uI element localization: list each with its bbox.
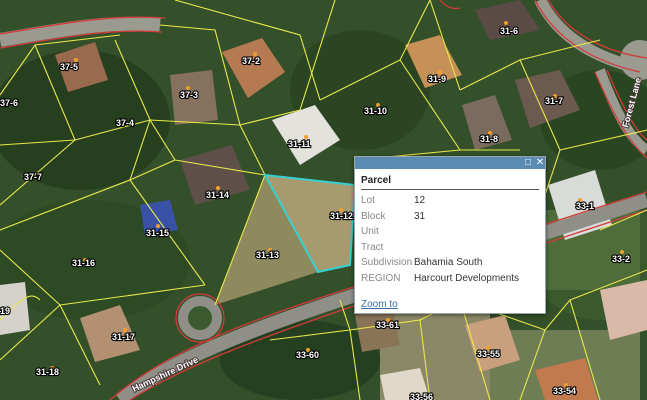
parcel-label-31-18: 31-18 xyxy=(36,367,59,377)
popup-title: Parcel xyxy=(361,175,539,190)
attribute-key: Block xyxy=(361,210,386,222)
parcel-label-37-7: 37-7 xyxy=(24,172,42,182)
parcel-label-31-16: 31-16 xyxy=(72,258,95,268)
attribute-value: Harcourt Developments xyxy=(414,272,520,284)
attribute-value xyxy=(414,242,519,258)
parcel-label-31-13: 31-13 xyxy=(256,250,279,260)
zoom-to-link[interactable]: Zoom to xyxy=(361,299,398,310)
parcel-label-33-55: 33-55 xyxy=(477,349,500,359)
parcel-label-37-3: 37-3 xyxy=(180,90,198,100)
attribute-key: Subdivision xyxy=(361,257,413,268)
attribute-row: Tract xyxy=(361,242,519,258)
satellite-map[interactable]: 37-5 37-2 37-3 37-4 37-6 37-7 31-11 31-1… xyxy=(0,0,647,400)
parcel-label-33-60: 33-60 xyxy=(296,350,319,360)
attribute-key: Lot xyxy=(361,195,375,206)
parcel-label-31-11: 31-11 xyxy=(288,139,311,149)
parcel-label-31-6: 31-6 xyxy=(500,26,518,36)
attribute-row: Unit xyxy=(361,226,519,242)
parcel-label-31-14: 31-14 xyxy=(206,190,229,200)
parcel-label-33-54: 33-54 xyxy=(553,386,576,396)
parcel-label-37-6: 37-6 xyxy=(0,98,18,108)
attribute-key: Tract xyxy=(361,241,384,253)
parcel-label-31-17: 31-17 xyxy=(112,332,135,342)
popup-header: □ ✕ xyxy=(355,157,545,169)
close-icon[interactable]: ✕ xyxy=(534,157,546,169)
attribute-value: 31 xyxy=(414,210,426,222)
attribute-row: Block 31 xyxy=(361,211,519,227)
parcel-label-31-12: 31-12 xyxy=(330,211,353,221)
parcel-label-33-61: 33-61 xyxy=(376,320,399,330)
parcel-label-33-56: 33-56 xyxy=(410,392,433,400)
attribute-row: Subdivision Bahamia South xyxy=(361,257,519,273)
parcel-label-31-9: 31-9 xyxy=(428,74,446,84)
parcel-label-33-1: 33-1 xyxy=(576,201,594,211)
parcel-label-33-2: 33-2 xyxy=(612,254,630,264)
parcel-label-31-10: 31-10 xyxy=(364,106,387,116)
parcel-label-19: 19 xyxy=(0,306,10,316)
maximize-icon[interactable]: □ xyxy=(522,157,534,169)
attribute-key: REGION xyxy=(361,272,401,284)
parcel-label-37-4: 37-4 xyxy=(116,118,134,128)
attribute-row: Lot 12 xyxy=(361,195,519,211)
parcel-label-37-5: 37-5 xyxy=(60,62,78,72)
attribute-value: 12 xyxy=(414,195,426,206)
parcel-label-31-7: 31-7 xyxy=(545,96,563,106)
parcel-popup[interactable]: □ ✕ Parcel Lot 12 Block 31 Unit Tract Subd… xyxy=(354,156,546,314)
attribute-value xyxy=(414,226,519,242)
parcel-label-31-15: 31-15 xyxy=(146,228,169,238)
parcel-label-31-8: 31-8 xyxy=(480,134,498,144)
attribute-value: Bahamia South xyxy=(414,257,483,268)
parcel-label-37-2: 37-2 xyxy=(242,56,260,66)
attribute-table: Lot 12 Block 31 Unit Tract Subdivision Baha… xyxy=(361,195,519,288)
attribute-row: REGION Harcourt Developments xyxy=(361,273,519,289)
attribute-key: Unit xyxy=(361,226,379,237)
